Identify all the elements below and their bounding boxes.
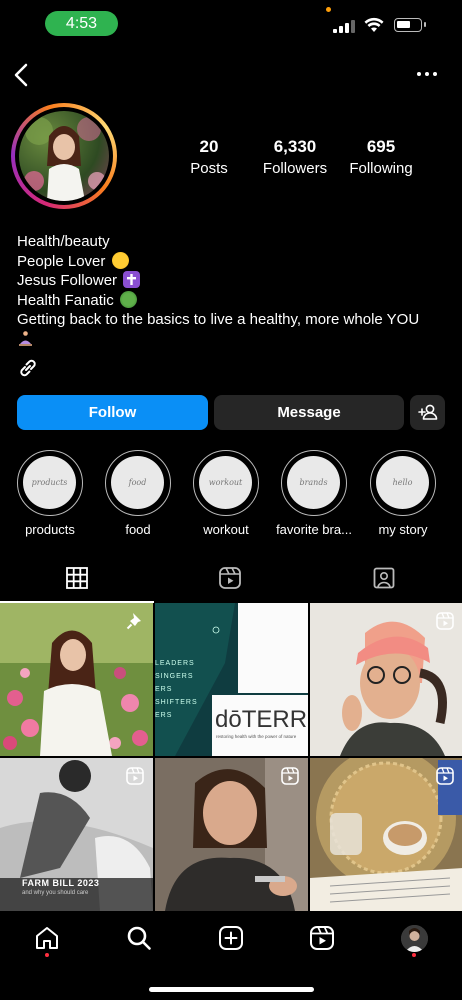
followers-label: Followers [262,160,328,177]
post-thumbnail-6[interactable] [310,758,462,911]
post-thumbnail-3[interactable] [310,603,462,756]
highlight-favorite-brands[interactable]: brands favorite bra... [276,450,352,537]
link-icon[interactable] [17,357,39,379]
profile-avatar-story-ring[interactable] [11,103,117,209]
search-icon[interactable] [126,925,152,951]
privacy-indicator-dot [326,7,331,12]
reel-icon [126,767,144,785]
cross-icon [123,271,141,289]
post-text: SHIFTERS [155,699,198,706]
highlight-my-story[interactable]: hello my story [369,450,439,537]
follow-button[interactable]: Follow [17,395,208,430]
highlight-cover: products [23,456,76,509]
reels-icon[interactable] [309,925,335,951]
highlight-cover: brands [287,456,340,509]
profile-nav-avatar[interactable] [401,925,428,952]
battery-icon [394,18,426,32]
following-stat[interactable]: 695 Following [343,137,419,177]
tab-tagged[interactable] [372,566,396,590]
wifi-icon [364,17,384,32]
meditation-icon [17,330,34,347]
highlight-food[interactable]: food food [104,450,174,537]
highlight-workout[interactable]: workout workout [192,450,262,537]
posts-count: 20 [199,137,219,156]
home-indicator [149,987,314,992]
following-label: Following [349,160,413,177]
tab-posts-grid[interactable] [65,566,89,590]
bio-line-health: Health Fanatic [17,291,114,309]
home-notification-dot [45,953,49,957]
add-user-icon [418,404,438,420]
post-text: ERS [155,686,173,693]
status-time: 4:53 [45,11,118,36]
create-icon[interactable] [218,925,244,951]
followers-count: 6,330 [273,137,317,156]
tab-reels[interactable] [218,566,242,590]
post-thumbnail-4[interactable]: FARM BILL 2023 and why you should care [0,758,153,911]
home-icon[interactable] [34,925,60,951]
highlight-cover: food [111,456,164,509]
highlight-label: my story [378,522,428,537]
post-brand-text: dōTERR [215,706,308,733]
hugging-face-icon [111,251,129,269]
post-brand-subtext: restoring health with the power of natur… [216,734,297,739]
message-button[interactable]: Message [214,395,404,430]
highlight-products[interactable]: products products [16,450,86,537]
posts-label: Posts [190,160,228,177]
profile-bio: Health/beauty People Lover Jesus Followe… [17,232,447,350]
posts-grid: LEADERS SINGERS ERS SHIFTERS ERS dōTERR … [0,603,462,913]
following-count: 695 [366,137,396,156]
post-text: LEADERS [155,660,195,667]
bottom-navigation-bar [0,913,462,1000]
highlight-cover: workout [199,456,252,509]
bio-line-faith: Jesus Follower [17,272,118,290]
post-text: SINGERS [155,673,194,680]
pinned-icon [126,613,141,630]
post-caption: FARM BILL 2023 [22,878,100,888]
highlight-cover: hello [376,456,429,509]
reel-icon [281,767,299,785]
bio-category: Health/beauty [17,233,110,250]
profile-notification-dot [412,953,416,957]
salad-icon [119,290,137,308]
reel-icon [436,767,454,785]
avatar [19,111,109,201]
posts-stat: 20 Posts [182,137,236,177]
cellular-signal-icon [333,19,355,33]
bio-line-people: People Lover [17,252,106,270]
back-button[interactable] [10,62,32,88]
bio-line-mission: Getting back to the basics to live a hea… [17,311,420,329]
post-thumbnail-1[interactable] [0,603,153,756]
post-thumbnail-2[interactable]: LEADERS SINGERS ERS SHIFTERS ERS dōTERR … [155,603,308,756]
post-caption-sub: and why you should care [22,890,89,896]
more-options-button[interactable] [415,72,439,78]
post-thumbnail-5[interactable] [155,758,308,911]
suggested-users-button[interactable] [410,395,445,430]
followers-stat[interactable]: 6,330 Followers [255,137,335,177]
reel-icon [436,612,454,630]
post-text: ERS [155,712,173,719]
status-bar: 4:53 [0,0,462,46]
